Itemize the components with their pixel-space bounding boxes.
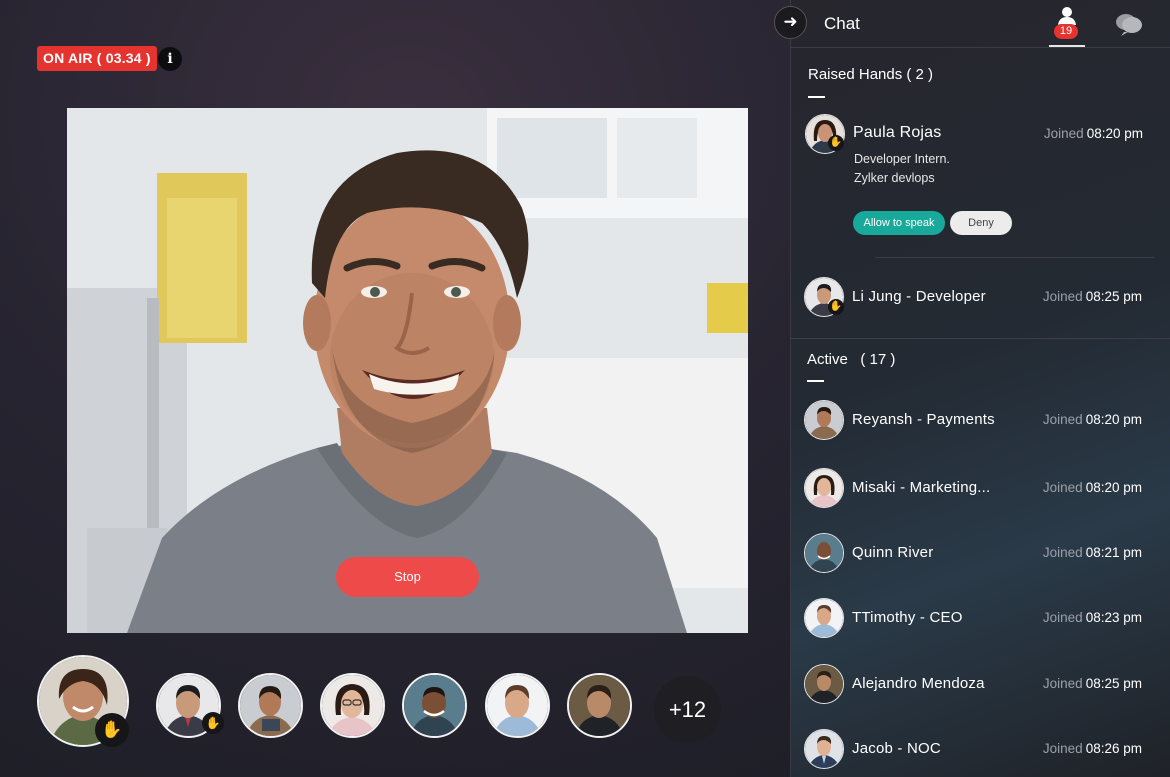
info-button[interactable]: i [158,47,182,71]
participant-avatar-image [569,675,630,736]
participant-count-badge: 19 [1054,24,1078,39]
participant-avatar-image [322,675,383,736]
participant-name: TTimothy - CEO [852,609,963,626]
participant-name: Alejandro Mendoza [852,675,985,692]
participant-role: Developer Intern. [854,152,950,166]
participant-name: Paula Rojas [853,124,942,141]
participant-avatar-image [487,675,548,736]
avatar [804,400,844,440]
joined-time: Joined 08:26 pm [1042,741,1142,756]
active-participant-row: Alejandro Mendoza Joined 08:25 pm [804,664,1154,704]
participant-company: Zylker devlops [854,171,935,185]
panel-header: ➜ Chat 19 [774,0,1170,48]
deny-button[interactable]: Deny [950,211,1012,235]
participant-name: Misaki - Marketing... [852,479,991,496]
arrow-right-icon: ➜ [783,12,798,31]
active-participant-row: Quinn River Joined 08:21 pm [804,533,1154,573]
collapse-panel-button[interactable]: ➜ [774,6,807,39]
avatar [804,533,844,573]
section-underline [808,96,825,98]
allow-to-speak-button[interactable]: Allow to speak [853,211,945,235]
active-participant-row: Jacob - NOC Joined 08:26 pm [804,729,1154,769]
info-icon: i [167,51,173,67]
participant-thumbnail[interactable] [238,673,303,738]
raised-hand-icon: ✋ [95,713,129,747]
tab-chat[interactable] [1115,11,1143,37]
participant-thumbnail[interactable] [402,673,467,738]
participant-name: Reyansh - Payments [852,411,995,428]
tab-participants[interactable]: 19 [1049,6,1085,47]
avatar [804,729,844,769]
active-participant-row: Reyansh - Payments Joined 08:20 pm [804,400,1154,440]
participant-thumbnail[interactable] [320,673,385,738]
on-air-timer-badge: ON AIR ( 03.34 ) [37,46,157,71]
joined-time: Joined 08:20 pm [1042,412,1142,427]
participant-avatar-image [404,675,465,736]
raised-hand-row: ✋ Li Jung - Developer Joined 08:25 pm [804,277,1154,317]
raised-hands-heading: Raised Hands ( 2 ) [808,66,934,83]
more-participants-button[interactable]: +12 [654,676,721,743]
chat-bubbles-icon [1116,14,1142,36]
avatar [804,468,844,508]
joined-time: Joined 08:20 pm [1042,480,1142,495]
speaker-video-image [67,108,748,633]
participant-name: Li Jung - Developer [852,288,986,305]
main-video-feed [67,108,748,633]
participant-thumbnail[interactable] [567,673,632,738]
panel-title: Chat [824,14,860,33]
joined-time: Joined 08:20 pm [1043,126,1143,141]
joined-time: Joined 08:23 pm [1042,610,1142,625]
raised-hand-icon: ✋ [828,135,844,151]
joined-time: Joined 08:25 pm [1042,289,1142,304]
avatar [804,598,844,638]
joined-time: Joined 08:25 pm [1042,676,1142,691]
participant-name: Jacob - NOC [852,740,941,757]
avatar [804,664,844,704]
raised-hand-icon: ✋ [202,712,224,734]
raised-hand-row: ✋ Paula Rojas Joined 08:20 pm [805,114,1155,154]
participant-avatar-image [240,675,301,736]
raised-hand-icon: ✋ [828,299,844,315]
stop-button[interactable]: Stop [336,557,479,597]
active-participant-row: TTimothy - CEO Joined 08:23 pm [804,598,1154,638]
participant-name: Quinn River [852,544,934,561]
side-panel: ➜ Chat 19 Raised Hands ( 2 ) ✋ Paula Roj… [774,0,1170,777]
participant-thumbnail[interactable] [485,673,550,738]
joined-time: Joined 08:21 pm [1042,545,1142,560]
active-participant-row: Misaki - Marketing... Joined 08:20 pm [804,468,1154,508]
